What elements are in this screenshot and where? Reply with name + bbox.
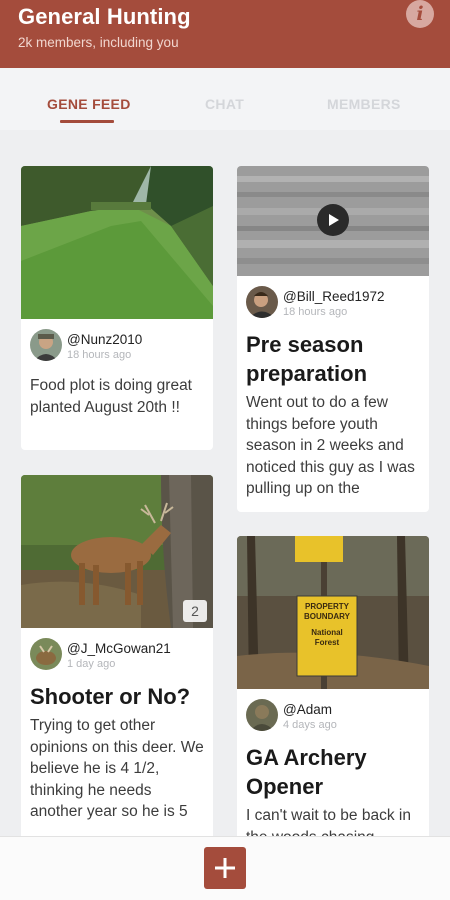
add-post-button[interactable]: [204, 847, 246, 889]
sign-text-2: BOUNDARY: [304, 612, 350, 621]
author-name[interactable]: @Adam: [283, 702, 332, 717]
post-body: Food plot is doing great planted August …: [30, 377, 192, 416]
avatar[interactable]: [246, 699, 278, 731]
food-plot-photo: [21, 166, 213, 319]
author-name[interactable]: @J_McGowan21: [67, 641, 171, 656]
post-title[interactable]: Shooter or No?: [21, 680, 213, 711]
author-row[interactable]: @Nunz2010 18 hours ago: [21, 319, 213, 371]
post-card[interactable]: 2 @J_McGowan21 1 day ago Shooter or No? …: [21, 475, 213, 836]
author-name[interactable]: @Nunz2010: [67, 332, 142, 347]
sign-text-3: National: [311, 628, 343, 637]
tab-members[interactable]: MEMBERS: [327, 96, 401, 112]
post-time: 18 hours ago: [283, 306, 348, 318]
post-card[interactable]: @Nunz2010 18 hours ago Food plot is doin…: [21, 166, 213, 450]
active-tab-indicator: [60, 120, 114, 123]
bottom-bar: [0, 836, 450, 900]
post-body: I can't wait to be back in the woods cha…: [246, 807, 411, 836]
play-icon: [329, 214, 339, 226]
post-body: Trying to get other opinions on this dee…: [30, 717, 204, 820]
tab-bar: GENE FEED CHAT MEMBERS: [0, 68, 450, 130]
post-body: Went out to do a few things before youth…: [246, 394, 415, 497]
sign-text-1: PROPERTY: [304, 602, 349, 611]
tab-feed[interactable]: GENE FEED: [47, 96, 131, 112]
author-name[interactable]: @Bill_Reed1972: [283, 289, 385, 304]
post-time: 1 day ago: [67, 658, 116, 670]
post-time: 4 days ago: [283, 719, 337, 731]
photo-count-badge: 2: [183, 600, 207, 622]
post-photo[interactable]: [21, 166, 213, 319]
author-row[interactable]: @Adam 4 days ago: [237, 689, 429, 741]
post-card[interactable]: @Bill_Reed1972 18 hours ago Pre season p…: [237, 166, 429, 512]
post-feed[interactable]: @Nunz2010 18 hours ago Food plot is doin…: [0, 130, 450, 836]
post-photo[interactable]: 2: [21, 475, 213, 628]
post-title[interactable]: Pre season preparation: [237, 328, 429, 388]
post-time: 18 hours ago: [67, 349, 132, 361]
author-row[interactable]: @J_McGowan21 1 day ago: [21, 628, 213, 680]
avatar[interactable]: [30, 638, 62, 670]
post-video[interactable]: [237, 166, 429, 276]
app-header: General Hunting 2k members, including yo…: [0, 0, 450, 68]
author-row[interactable]: @Bill_Reed1972 18 hours ago: [237, 276, 429, 328]
avatar[interactable]: [30, 329, 62, 361]
tab-chat[interactable]: CHAT: [205, 96, 244, 112]
post-title[interactable]: GA Archery Opener: [237, 741, 429, 801]
sign-text-4: Forest: [314, 638, 340, 647]
post-card[interactable]: PROPERTY BOUNDARY National Forest @Adam …: [237, 536, 429, 836]
post-photo[interactable]: PROPERTY BOUNDARY National Forest: [237, 536, 429, 689]
member-count: 2k members, including you: [18, 35, 179, 50]
group-title: General Hunting: [18, 4, 191, 29]
plus-icon: [215, 858, 235, 878]
info-icon[interactable]: i: [406, 0, 434, 28]
play-button[interactable]: [317, 204, 349, 236]
avatar[interactable]: [246, 286, 278, 318]
